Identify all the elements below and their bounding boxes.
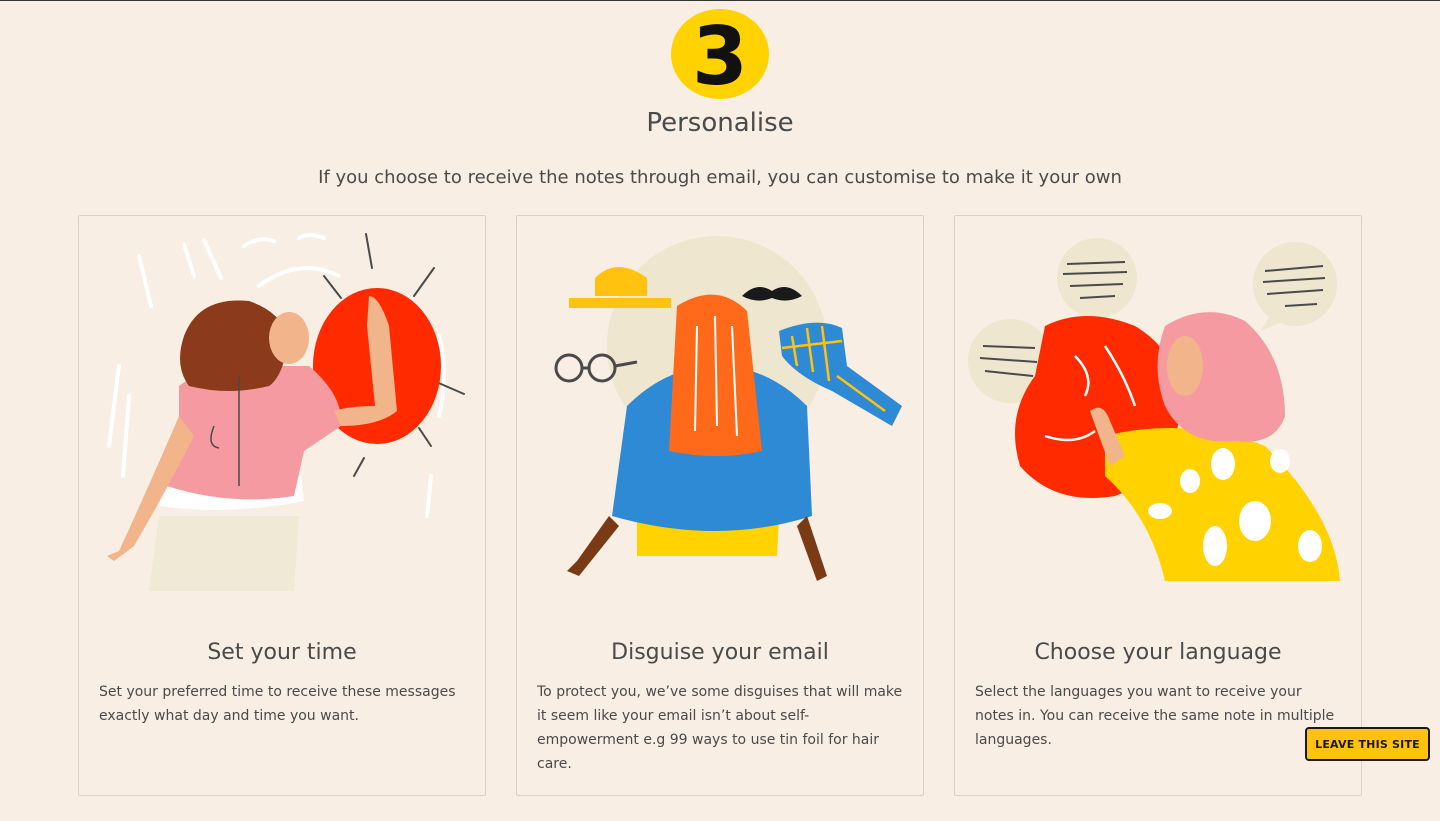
leave-site-button[interactable]: LEAVE THIS SITE bbox=[1305, 727, 1430, 761]
card-title: Set your time bbox=[207, 640, 357, 665]
step-number: 3 bbox=[692, 10, 748, 100]
card-choose-your-language: Choose your language Select the language… bbox=[954, 215, 1362, 796]
card-title: Disguise your email bbox=[611, 640, 829, 665]
women-talking-illustration bbox=[955, 216, 1361, 616]
card-text: Set your preferred time to receive these… bbox=[99, 684, 456, 724]
section-subtitle: If you choose to receive the notes throu… bbox=[318, 167, 1122, 188]
card-title: Choose your language bbox=[1034, 640, 1282, 665]
card-disguise-your-email: Disguise your email To protect you, we’v… bbox=[516, 215, 924, 796]
top-divider bbox=[0, 0, 1440, 1]
woman-waving-illustration bbox=[79, 216, 485, 616]
disguise-items-illustration bbox=[517, 216, 923, 616]
card-set-your-time: Set your time Set your preferred time to… bbox=[78, 215, 486, 796]
card-text: Select the languages you want to receive… bbox=[975, 684, 1335, 748]
card-text: To protect you, we’ve some disguises tha… bbox=[537, 684, 903, 772]
step-number-badge: 3 bbox=[670, 8, 770, 103]
section-title: Personalise bbox=[646, 108, 794, 138]
